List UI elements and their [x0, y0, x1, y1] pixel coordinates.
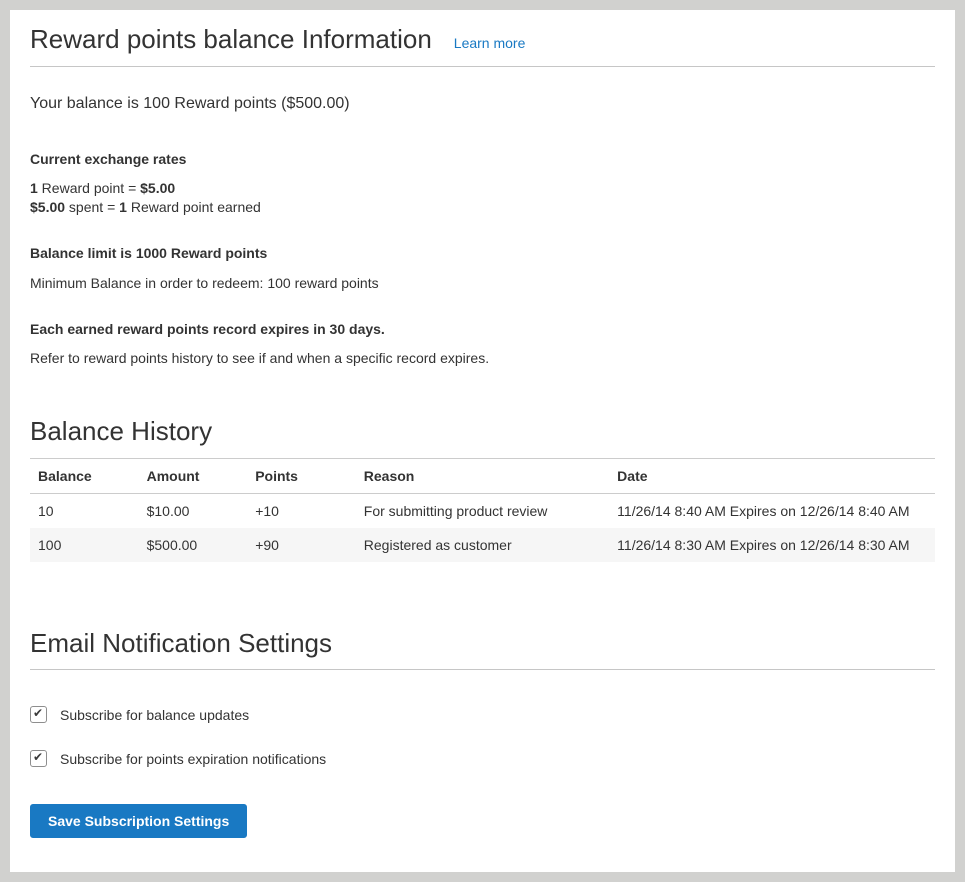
- page-title: Reward points balance Information: [30, 24, 432, 55]
- column-header-balance: Balance: [30, 459, 139, 494]
- subscribe-points-expiration-row[interactable]: Subscribe for points expiration notifica…: [30, 750, 935, 767]
- table-row: 10 $10.00 +10 For submitting product rev…: [30, 494, 935, 529]
- balance-limit-heading: Balance limit is 1000 Reward points: [30, 243, 935, 263]
- balance-summary: Your balance is 100 Reward points ($500.…: [30, 93, 935, 115]
- page-background: Reward points balance Information Learn …: [0, 0, 965, 882]
- table-header-row: Balance Amount Points Reason Date: [30, 459, 935, 494]
- subscribe-balance-updates-row[interactable]: Subscribe for balance updates: [30, 706, 935, 723]
- exchange-rates-heading: Current exchange rates: [30, 149, 935, 169]
- save-subscription-settings-button[interactable]: Save Subscription Settings: [30, 804, 247, 838]
- reward-points-panel: Reward points balance Information Learn …: [10, 10, 955, 872]
- column-header-amount: Amount: [139, 459, 248, 494]
- rate-line1: 1 Reward point = $5.00: [30, 180, 175, 196]
- rate-line2: $5.00 spent = 1 Reward point earned: [30, 199, 261, 215]
- cell-balance: 100: [30, 528, 139, 562]
- cell-balance: 10: [30, 494, 139, 529]
- column-header-points: Points: [247, 459, 356, 494]
- cell-amount: $10.00: [139, 494, 248, 529]
- cell-reason: Registered as customer: [356, 528, 609, 562]
- exchange-rates: 1 Reward point = $5.00 $5.00 spent = 1 R…: [30, 179, 935, 217]
- column-header-date: Date: [609, 459, 935, 494]
- subscribe-balance-updates-checkbox[interactable]: [30, 706, 47, 723]
- cell-amount: $500.00: [139, 528, 248, 562]
- cell-points: +90: [247, 528, 356, 562]
- learn-more-link[interactable]: Learn more: [454, 35, 526, 52]
- cell-date: 11/26/14 8:40 AM Expires on 12/26/14 8:4…: [609, 494, 935, 529]
- cell-points: +10: [247, 494, 356, 529]
- email-settings-title: Email Notification Settings: [30, 628, 935, 670]
- subscribe-points-expiration-checkbox[interactable]: [30, 750, 47, 767]
- expiration-note: Refer to reward points history to see if…: [30, 348, 935, 368]
- checkbox-label[interactable]: Subscribe for points expiration notifica…: [60, 751, 326, 767]
- expiration-heading: Each earned reward points record expires…: [30, 319, 935, 339]
- checkbox-label[interactable]: Subscribe for balance updates: [60, 707, 249, 723]
- page-title-bar: Reward points balance Information Learn …: [30, 24, 935, 67]
- cell-reason: For submitting product review: [356, 494, 609, 529]
- table-row: 100 $500.00 +90 Registered as customer 1…: [30, 528, 935, 562]
- balance-history-title: Balance History: [30, 416, 935, 447]
- minimum-balance-note: Minimum Balance in order to redeem: 100 …: [30, 273, 935, 293]
- balance-history-table: Balance Amount Points Reason Date 10 $10…: [30, 458, 935, 562]
- cell-date: 11/26/14 8:30 AM Expires on 12/26/14 8:3…: [609, 528, 935, 562]
- column-header-reason: Reason: [356, 459, 609, 494]
